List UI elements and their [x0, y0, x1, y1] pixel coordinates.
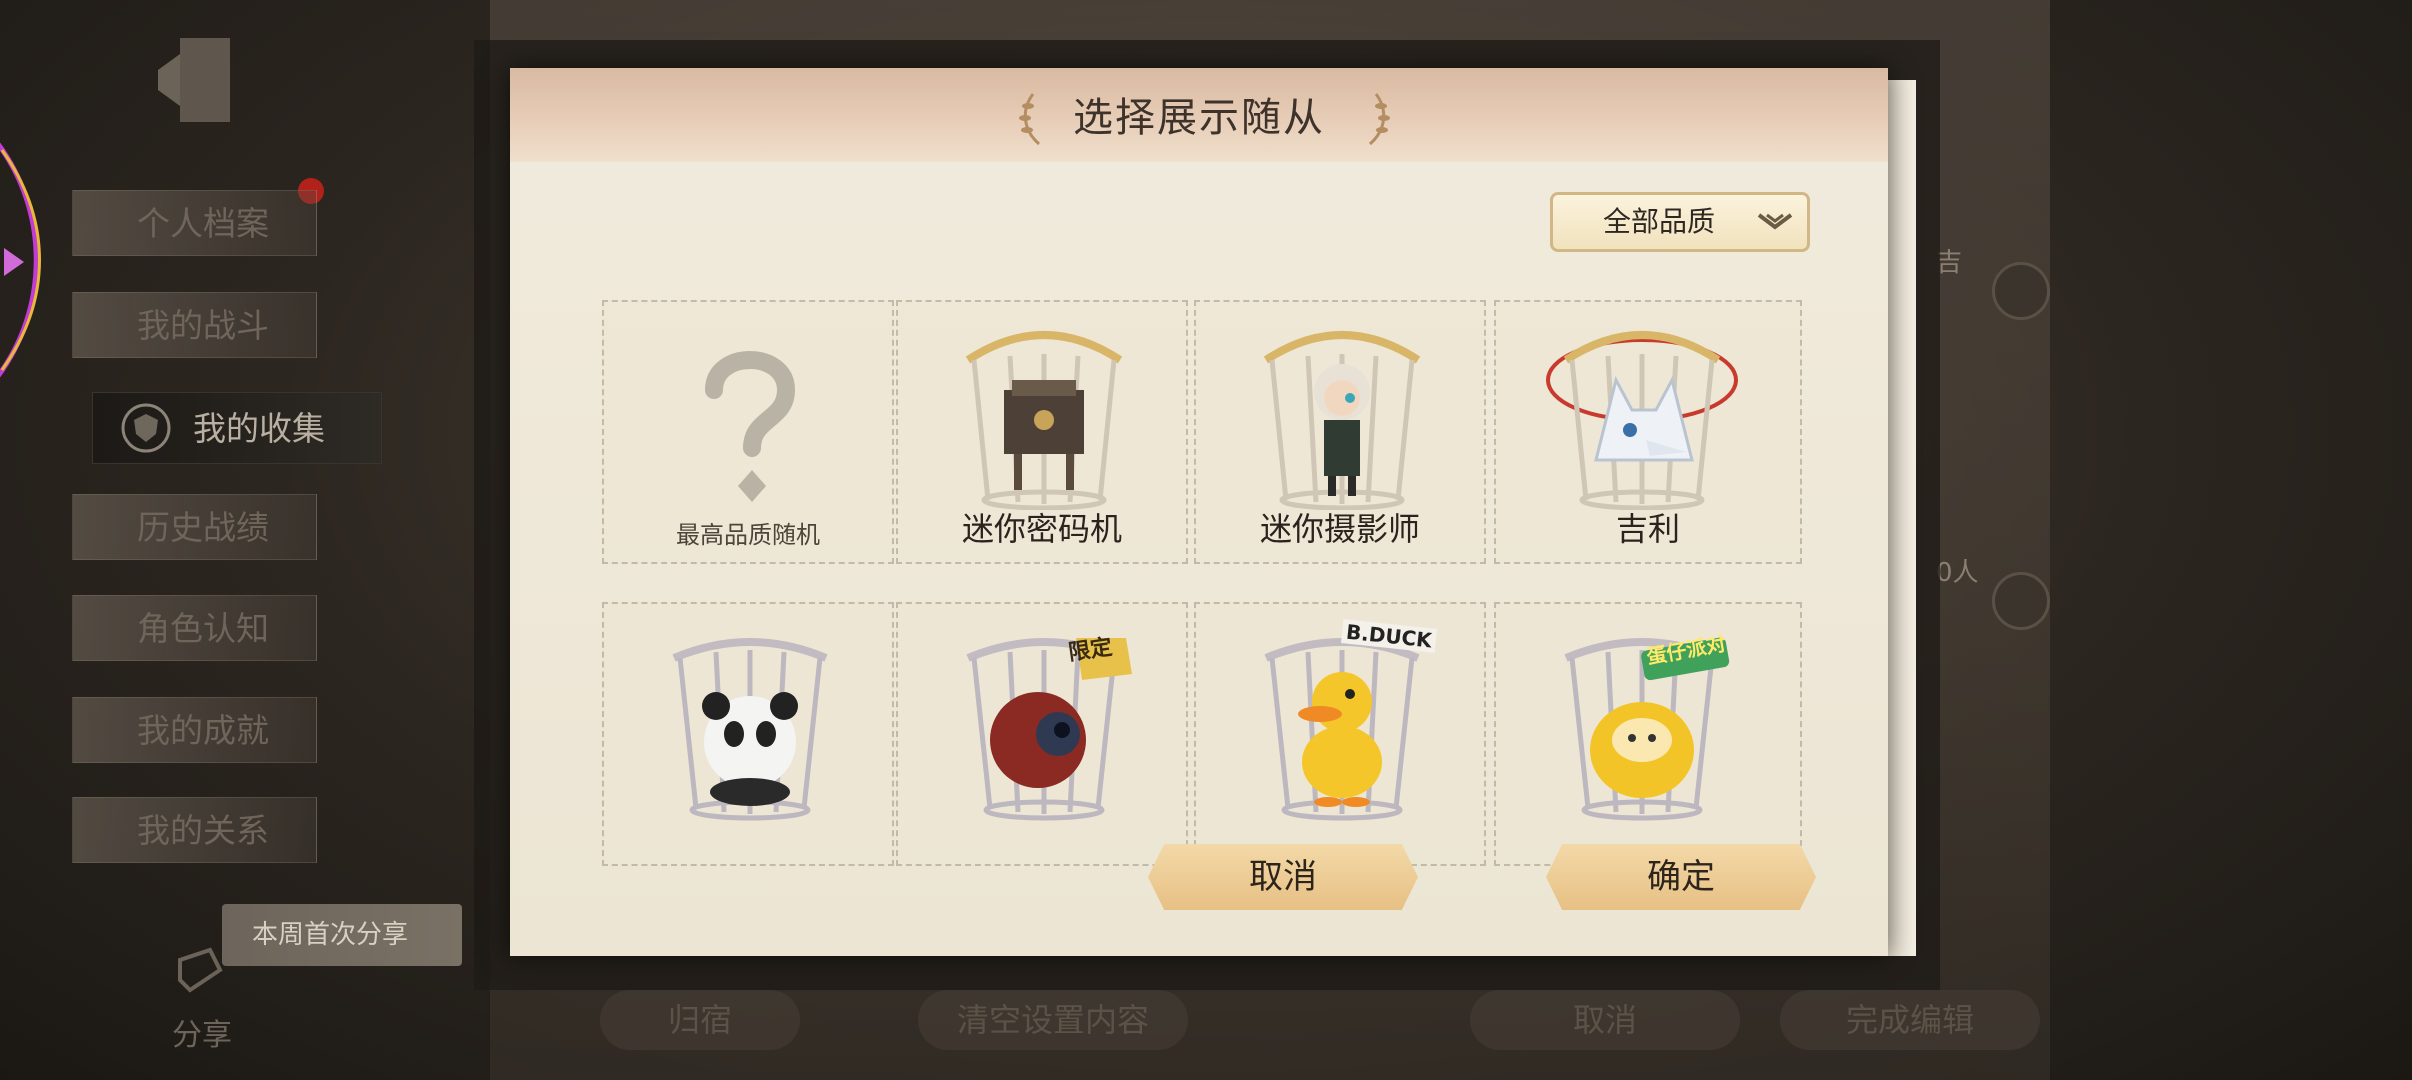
pet-cell-random[interactable]: 最高品质随机 — [602, 300, 894, 564]
quality-filter-value: 全部品质 — [1603, 205, 1716, 238]
mini-photographer-icon — [1263, 331, 1421, 510]
pet-cell-panda[interactable] — [602, 602, 894, 866]
pet-cell-mini-photographer[interactable]: 迷你摄影师 — [1194, 300, 1486, 564]
modal-title: 选择展示随从 — [1073, 95, 1325, 141]
limited-badge: 限定 — [1066, 635, 1114, 666]
pet-cell-eggy[interactable]: 蛋仔派对 — [1494, 602, 1802, 866]
refresh-icon[interactable] — [1992, 262, 2050, 320]
mini-cipher-machine-icon — [965, 331, 1123, 510]
share-label[interactable]: 分享 — [172, 1010, 232, 1054]
sidebar-item-role-knowledge[interactable]: 角色认知 — [72, 595, 317, 661]
yellow-duck-pet-icon — [1264, 638, 1420, 821]
modal-page-edge — [1888, 80, 1916, 956]
share-icon[interactable] — [170, 940, 230, 1000]
rainbow-arc-decoration — [0, 142, 41, 378]
pet-grid: 最高品质随机 迷你密码机 迷你摄影师 吉利 限定 B.DUCK 蛋仔派对 — [602, 300, 1804, 868]
pet-name: 最高品质随机 — [676, 521, 820, 549]
sidebar-item-battles[interactable]: 我的战斗 — [72, 292, 317, 358]
clear-settings-button[interactable]: 清空设置内容 — [918, 990, 1188, 1050]
pet-cell-eyeball[interactable]: 限定 — [896, 602, 1188, 866]
finish-edit-button[interactable]: 完成编辑 — [1780, 990, 2040, 1050]
pet-cell-duck[interactable]: B.DUCK — [1194, 602, 1486, 866]
weekly-share-tip: 本周首次分享 — [222, 904, 462, 966]
pet-name: 吉利 — [1615, 510, 1680, 548]
bottom-cancel-button[interactable]: 取消 — [1470, 990, 1740, 1050]
exit-door-icon[interactable] — [150, 30, 240, 130]
question-mark-icon — [705, 351, 796, 502]
quality-filter-dropdown[interactable]: 全部品质 — [1550, 192, 1810, 252]
sidebar-item-profile[interactable]: 个人档案 — [72, 190, 317, 256]
pet-name: 迷你密码机 — [961, 510, 1122, 548]
shield-icon — [121, 403, 171, 453]
refresh-icon[interactable] — [1992, 572, 2050, 630]
return-button[interactable]: 归宿 — [600, 990, 800, 1050]
pet-cell-mini-cipher[interactable]: 迷你密码机 — [896, 300, 1188, 564]
sidebar-item-relations[interactable]: 我的关系 — [72, 797, 317, 863]
select-pet-modal: 选择展示随从 全部品质 最高品质随机 迷你密码机 迷你摄影师 吉利 限定 B.D… — [510, 68, 1888, 956]
cancel-button[interactable]: 取消 — [1148, 844, 1418, 910]
laurel-right-icon — [1368, 93, 1390, 146]
pet-cell-jili[interactable]: 吉利 — [1494, 300, 1802, 564]
sidebar-item-history[interactable]: 历史战绩 — [72, 494, 317, 560]
panda-pet-icon — [672, 638, 828, 821]
chevron-down-icon — [1757, 213, 1793, 230]
sidebar-item-achievements[interactable]: 我的成就 — [72, 697, 317, 763]
white-wolf-pet-icon — [1546, 331, 1738, 510]
confirm-button[interactable]: 确定 — [1546, 844, 1816, 910]
pet-name: 迷你摄影师 — [1259, 510, 1420, 548]
